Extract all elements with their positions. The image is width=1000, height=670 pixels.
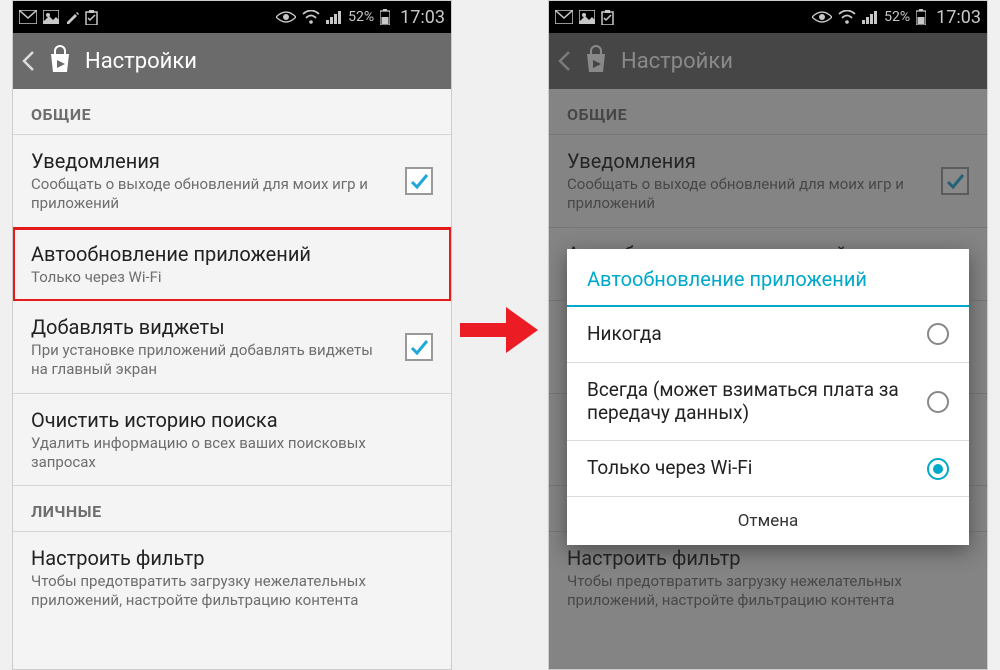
edit-icon bbox=[65, 10, 79, 24]
battery-icon bbox=[916, 9, 926, 25]
eye-icon bbox=[812, 11, 832, 23]
row-widgets[interactable]: Добавлять виджеты При установке приложен… bbox=[13, 301, 451, 394]
wifi-icon bbox=[302, 10, 320, 24]
row-title: Автообновление приложений bbox=[31, 242, 433, 266]
signal-icon bbox=[862, 10, 878, 24]
row-autoupdate[interactable]: Автообновление приложений Только через W… bbox=[13, 228, 451, 302]
clipboard-icon bbox=[601, 10, 614, 25]
option-label: Всегда (может взиматься плата за передач… bbox=[587, 379, 917, 425]
row-subtitle: При установке приложений добавлять видже… bbox=[31, 341, 433, 379]
mail-icon bbox=[19, 10, 37, 24]
row-title: Добавлять виджеты bbox=[31, 315, 433, 339]
signal-icon bbox=[326, 10, 342, 24]
arrow-icon bbox=[460, 300, 540, 360]
autoupdate-dialog: Автообновление приложений Никогда Всегда… bbox=[567, 249, 969, 545]
row-subtitle: Только через Wi-Fi bbox=[31, 268, 433, 287]
row-filter[interactable]: Настроить фильтр Чтобы предотвратить заг… bbox=[13, 532, 451, 624]
action-bar: Настройки bbox=[13, 33, 451, 89]
option-always[interactable]: Всегда (может взиматься плата за передач… bbox=[567, 363, 969, 442]
cancel-button[interactable]: Отмена bbox=[567, 497, 969, 545]
radio-never[interactable] bbox=[927, 323, 949, 345]
row-clear-history[interactable]: Очистить историю поиска Удалить информац… bbox=[13, 394, 451, 487]
clipboard-icon bbox=[85, 10, 98, 25]
radio-wifi[interactable] bbox=[927, 458, 949, 480]
page-title: Настройки bbox=[85, 49, 197, 74]
phone-screenshot-left: 52% 17:03 Настройки ОБЩИЕ Уведомления Со… bbox=[12, 0, 452, 670]
picture-icon bbox=[579, 10, 595, 24]
play-store-icon bbox=[45, 44, 75, 78]
row-title: Уведомления bbox=[31, 149, 433, 173]
clock-label: 17:03 bbox=[400, 7, 445, 28]
dialog-title: Автообновление приложений bbox=[567, 249, 969, 307]
radio-always[interactable] bbox=[927, 391, 949, 413]
status-bar: 52% 17:03 bbox=[549, 1, 987, 33]
row-title: Настроить фильтр bbox=[31, 546, 433, 570]
checkbox-notifications[interactable] bbox=[405, 167, 433, 195]
battery-percent-label: 52% bbox=[884, 9, 910, 25]
battery-percent-label: 52% bbox=[348, 9, 374, 25]
section-header-general: ОБЩИЕ bbox=[13, 89, 451, 135]
row-subtitle: Удалить информацию о всех ваших поисковы… bbox=[31, 434, 433, 472]
option-label: Никогда bbox=[587, 323, 662, 346]
wifi-icon bbox=[838, 10, 856, 24]
back-icon[interactable] bbox=[21, 50, 35, 72]
phone-screenshot-right: 52% 17:03 Настройки ОБЩИЕ Уведомления Со… bbox=[548, 0, 988, 670]
battery-icon bbox=[380, 9, 390, 25]
clock-label: 17:03 bbox=[936, 7, 981, 28]
option-label: Только через Wi-Fi bbox=[587, 457, 752, 480]
section-header-personal: ЛИЧНЫЕ bbox=[13, 486, 451, 532]
mail-icon bbox=[555, 10, 573, 24]
picture-icon bbox=[43, 10, 59, 24]
checkbox-widgets[interactable] bbox=[405, 333, 433, 361]
eye-icon bbox=[276, 11, 296, 23]
row-notifications[interactable]: Уведомления Сообщать о выходе обновлений… bbox=[13, 135, 451, 228]
row-subtitle: Чтобы предотвратить загрузку нежелательн… bbox=[31, 572, 433, 610]
option-wifi[interactable]: Только через Wi-Fi bbox=[567, 441, 969, 497]
option-never[interactable]: Никогда bbox=[567, 307, 969, 363]
row-subtitle: Сообщать о выходе обновлений для моих иг… bbox=[31, 175, 433, 213]
status-bar: 52% 17:03 bbox=[13, 1, 451, 33]
row-title: Очистить историю поиска bbox=[31, 408, 433, 432]
settings-list: ОБЩИЕ Уведомления Сообщать о выходе обно… bbox=[13, 89, 451, 669]
